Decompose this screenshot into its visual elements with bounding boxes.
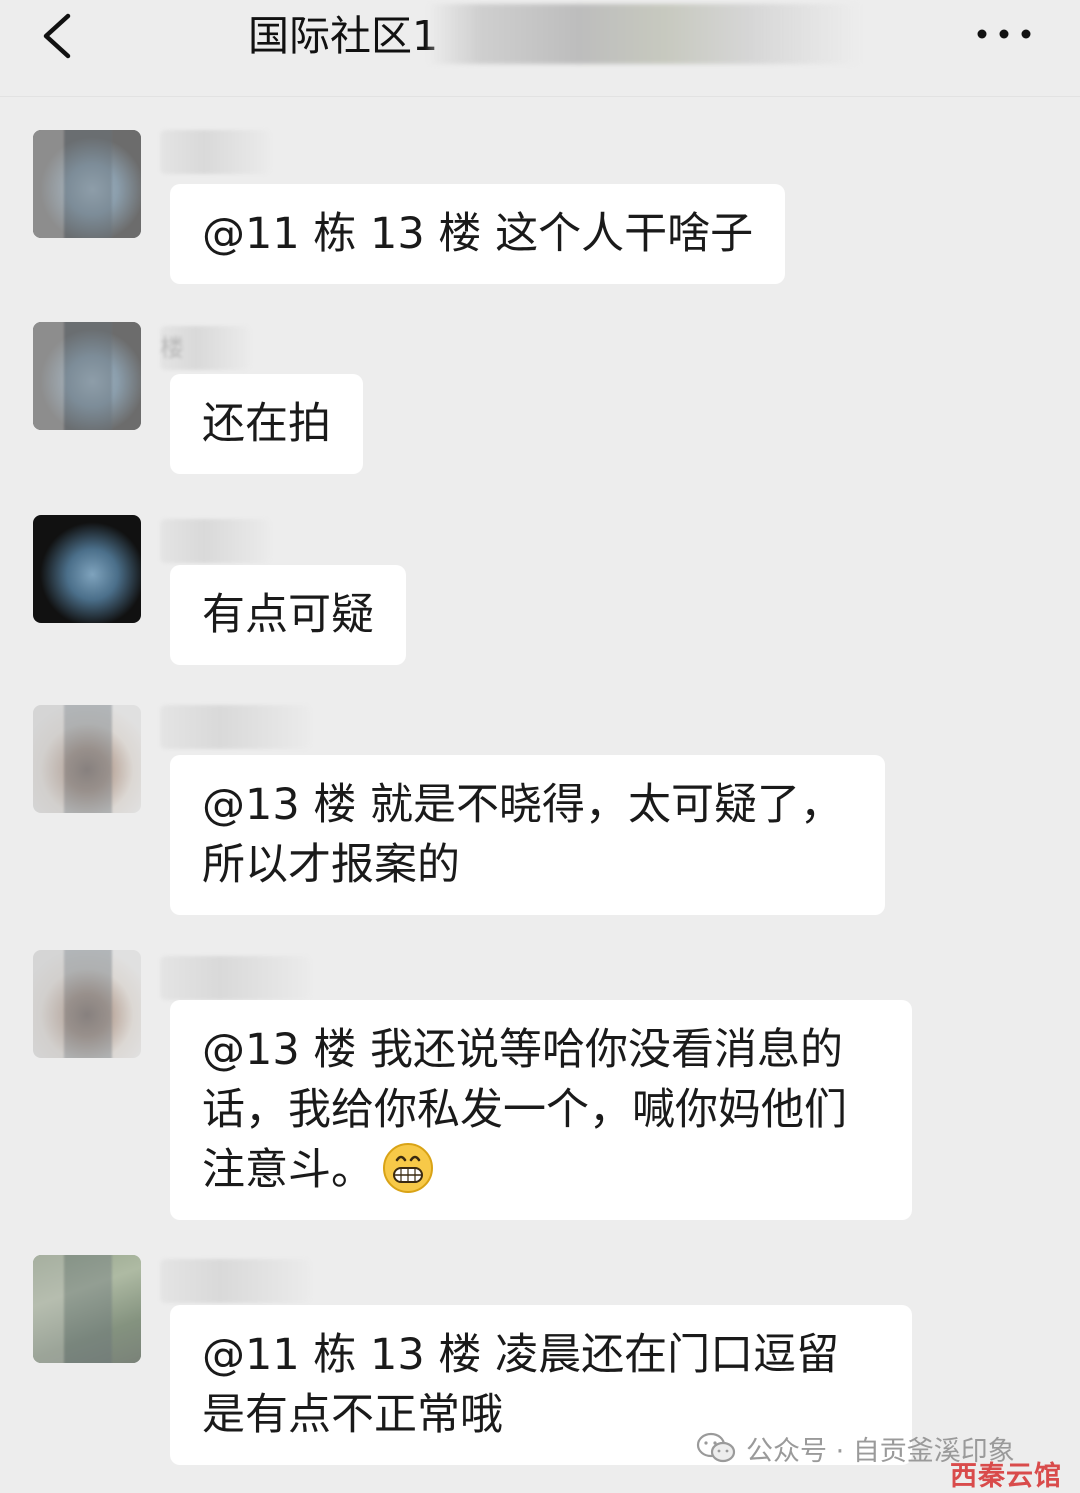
message-text: @13 楼 我还说等哈你没看消息的话，我给你私发一个，喊你妈他们注意斗。 (202, 1025, 847, 1195)
sender-name: 楼 (160, 326, 250, 370)
more-dots-icon (977, 29, 1031, 39)
avatar-redaction (33, 322, 141, 430)
sender-name (160, 956, 310, 1000)
message-bubble[interactable]: @13 楼 就是不晓得，太可疑了，所以才报案的 (170, 755, 885, 915)
chat-title-area: 国际社区1 (248, 4, 858, 64)
message-bubble[interactable]: @13 楼 我还说等哈你没看消息的话，我给你私发一个，喊你妈他们注意斗。 (170, 1000, 912, 1220)
chat-header: 国际社区1 (0, 0, 1080, 97)
avatar-redaction (33, 705, 141, 813)
message-bubble[interactable]: 有点可疑 (170, 565, 406, 665)
chat-title: 国际社区1 (248, 12, 438, 60)
avatar[interactable] (33, 322, 141, 430)
avatar[interactable] (33, 515, 141, 623)
avatar[interactable] (33, 950, 141, 1058)
avatar-redaction (33, 130, 141, 238)
sender-name (160, 519, 270, 563)
chevron-left-icon (43, 13, 71, 59)
more-button[interactable] (968, 14, 1040, 54)
message-bubble[interactable]: @11 栋 13 楼 这个人干啥子 (170, 184, 786, 284)
sender-name (160, 705, 310, 749)
avatar-redaction (33, 950, 141, 1058)
sender-name (160, 1259, 310, 1303)
grin-emoji-icon (383, 1143, 433, 1193)
avatar[interactable] (33, 1255, 141, 1363)
title-redaction (428, 4, 858, 64)
avatar[interactable] (33, 705, 141, 813)
corner-logo: 西秦云馆 (950, 1461, 1062, 1492)
back-button[interactable] (28, 4, 92, 68)
avatar-redaction (33, 1255, 141, 1363)
wechat-icon (696, 1432, 736, 1463)
sender-name (160, 130, 270, 174)
avatar[interactable] (33, 130, 141, 238)
message-bubble[interactable]: 还在拍 (170, 374, 363, 474)
